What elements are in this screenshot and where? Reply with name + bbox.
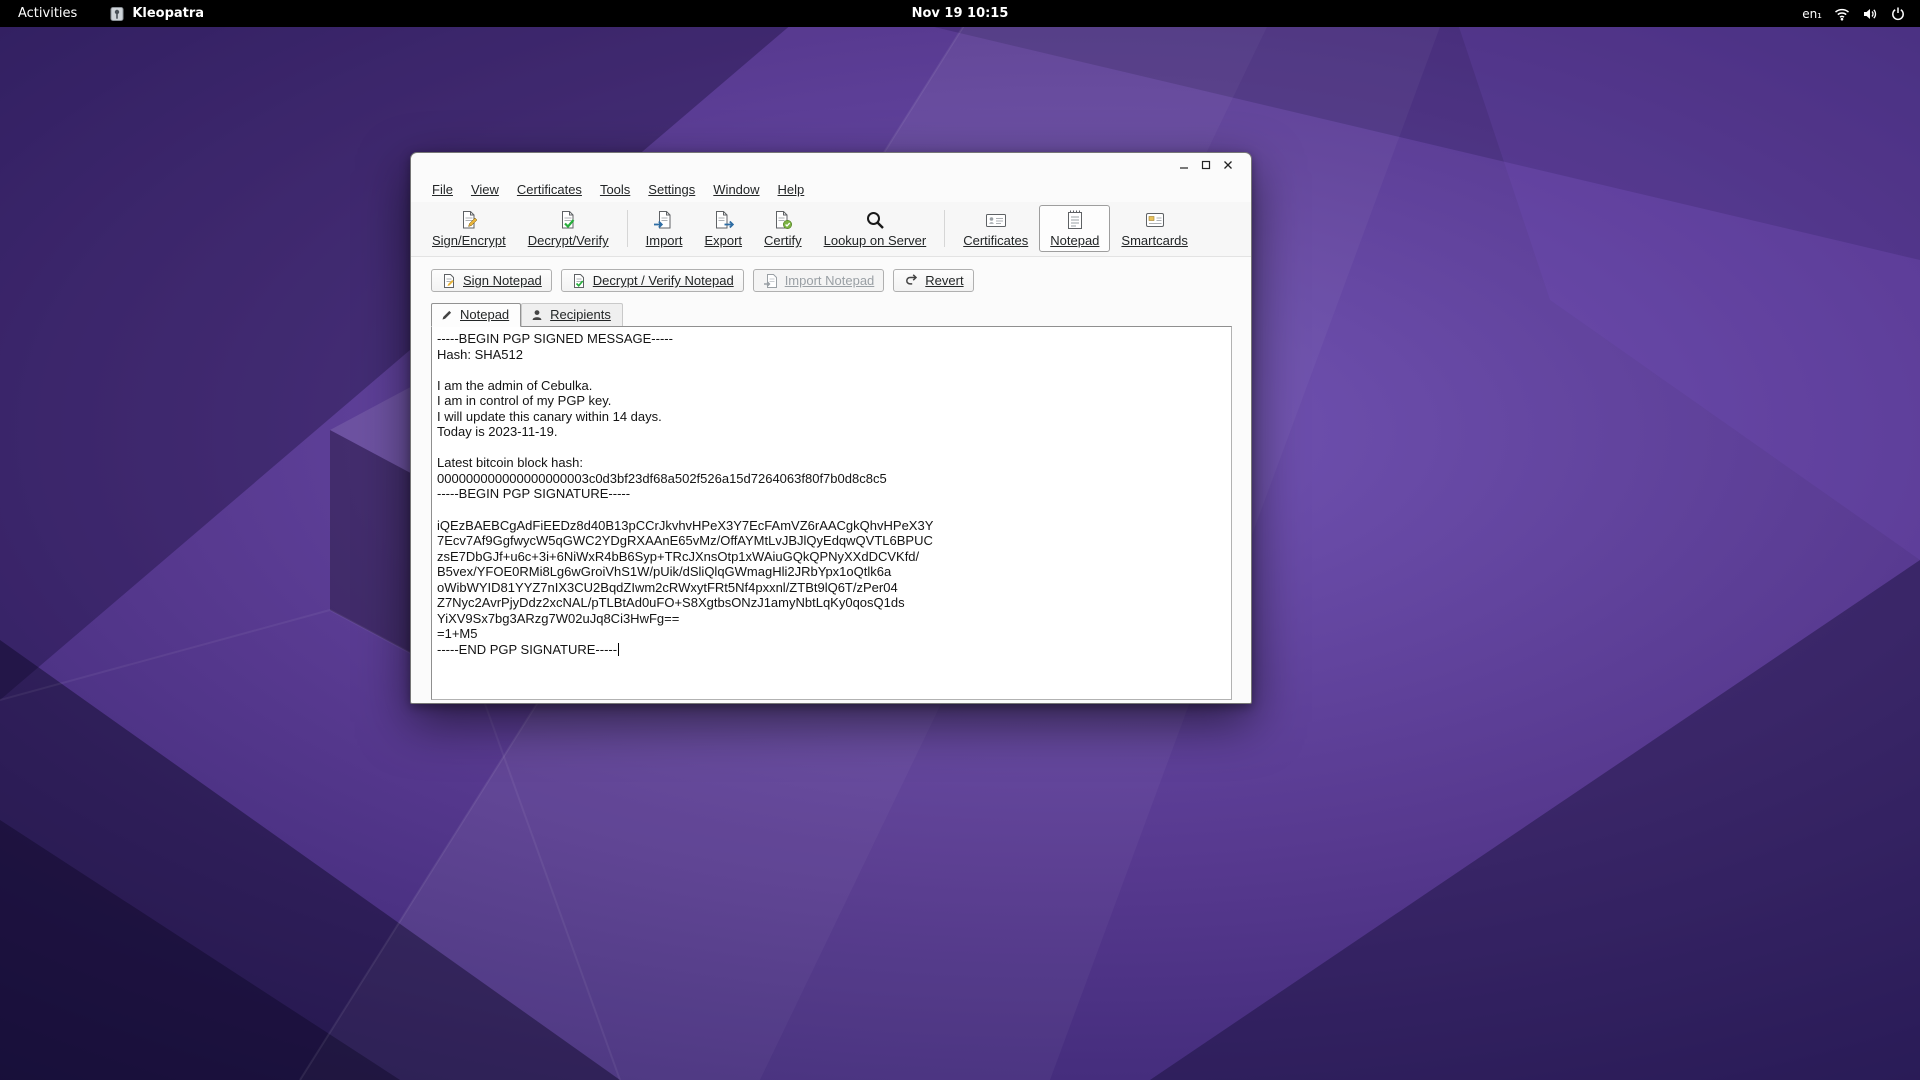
toolbar-certify-button[interactable]: Certify <box>753 205 813 252</box>
toolbar-label: Certify <box>764 233 802 248</box>
menu-window[interactable]: Window <box>704 180 768 199</box>
import-notepad-icon <box>763 273 779 289</box>
tab-notepad[interactable]: Notepad <box>431 303 521 327</box>
notepad-tab-bar: Notepad Recipients <box>431 301 1251 326</box>
volume-icon <box>1862 6 1878 22</box>
smartcards-icon <box>1144 209 1166 231</box>
toolbar-label: Import <box>646 233 683 248</box>
toolbar-export-button[interactable]: Export <box>693 205 753 252</box>
button-label: Decrypt / Verify Notepad <box>593 273 734 288</box>
decrypt-verify-notepad-button[interactable]: Decrypt / Verify Notepad <box>561 269 744 292</box>
activities-button[interactable]: Activities <box>10 0 85 27</box>
system-status-menu[interactable]: en₁ <box>1788 0 1920 27</box>
menu-tools[interactable]: Tools <box>591 180 639 199</box>
button-label: Revert <box>925 273 963 288</box>
notepad-action-bar: Sign Notepad Decrypt / Verify Notepad <box>431 269 1251 292</box>
export-icon <box>712 209 734 231</box>
menu-certificates[interactable]: Certificates <box>508 180 591 199</box>
toolbar-label: Sign/Encrypt <box>432 233 506 248</box>
menu-settings[interactable]: Settings <box>639 180 704 199</box>
minimize-button[interactable] <box>1173 155 1195 175</box>
toolbar-certificates-button[interactable]: Certificates <box>952 205 1039 252</box>
toolbar-label: Certificates <box>963 233 1028 248</box>
keyboard-layout-indicator: en₁ <box>1802 7 1822 21</box>
toolbar-label: Lookup on Server <box>824 233 927 248</box>
sign-notepad-button[interactable]: Sign Notepad <box>431 269 552 292</box>
tab-label: Recipients <box>550 307 611 322</box>
decrypt-verify-icon <box>557 209 579 231</box>
desktop: Activities Kleopatra Nov 19 10:15 en₁ <box>0 0 1920 1080</box>
tab-label: Notepad <box>460 307 509 322</box>
toolbar-label: Decrypt/Verify <box>528 233 609 248</box>
main-toolbar: Sign/Encrypt Decrypt/Verify <box>411 202 1251 257</box>
tab-recipients[interactable]: Recipients <box>521 303 623 326</box>
button-label: Import Notepad <box>785 273 875 288</box>
certificates-icon <box>985 209 1007 231</box>
button-label: Sign Notepad <box>463 273 542 288</box>
focused-app-name: Kleopatra <box>132 6 204 21</box>
kleopatra-window: File View Certificates Tools Settings Wi… <box>410 152 1252 704</box>
menu-view[interactable]: View <box>462 180 508 199</box>
focused-app-menu[interactable]: Kleopatra <box>101 0 212 27</box>
pencil-icon <box>440 308 454 322</box>
certify-icon <box>772 209 794 231</box>
window-titlebar[interactable] <box>411 153 1251 177</box>
top-bar: Activities Kleopatra Nov 19 10:15 en₁ <box>0 0 1920 27</box>
menu-file[interactable]: File <box>423 180 462 199</box>
toolbar-separator <box>944 210 945 247</box>
toolbar-separator <box>627 210 628 247</box>
revert-icon <box>903 273 919 289</box>
import-icon <box>653 209 675 231</box>
notepad-text: -----BEGIN PGP SIGNED MESSAGE----- Hash:… <box>437 331 933 657</box>
toolbar-sign-encrypt-button[interactable]: Sign/Encrypt <box>421 205 517 252</box>
revert-button[interactable]: Revert <box>893 269 973 292</box>
toolbar-label: Notepad <box>1050 233 1099 248</box>
toolbar-decrypt-verify-button[interactable]: Decrypt/Verify <box>517 205 620 252</box>
notepad-icon <box>1064 209 1086 231</box>
close-button[interactable] <box>1217 155 1239 175</box>
wifi-icon <box>1834 6 1850 22</box>
kleopatra-app-icon <box>109 6 125 22</box>
toolbar-import-button[interactable]: Import <box>635 205 694 252</box>
sign-encrypt-icon <box>458 209 480 231</box>
clock-button[interactable]: Nov 19 10:15 <box>904 0 1017 27</box>
person-icon <box>530 308 544 322</box>
import-notepad-button: Import Notepad <box>753 269 885 292</box>
power-icon <box>1890 6 1906 22</box>
menu-bar: File View Certificates Tools Settings Wi… <box>411 177 1251 202</box>
toolbar-smartcards-button[interactable]: Smartcards <box>1110 205 1198 252</box>
toolbar-label: Export <box>704 233 742 248</box>
toolbar-lookup-on-server-button[interactable]: Lookup on Server <box>813 205 938 252</box>
sign-notepad-icon <box>441 273 457 289</box>
toolbar-notepad-button[interactable]: Notepad <box>1039 205 1110 252</box>
maximize-button[interactable] <box>1195 155 1217 175</box>
notepad-text-area[interactable]: -----BEGIN PGP SIGNED MESSAGE----- Hash:… <box>431 326 1232 700</box>
toolbar-label: Smartcards <box>1121 233 1187 248</box>
lookup-on-server-icon <box>864 209 886 231</box>
text-cursor <box>618 643 619 656</box>
menu-help[interactable]: Help <box>769 180 814 199</box>
decrypt-verify-notepad-icon <box>571 273 587 289</box>
